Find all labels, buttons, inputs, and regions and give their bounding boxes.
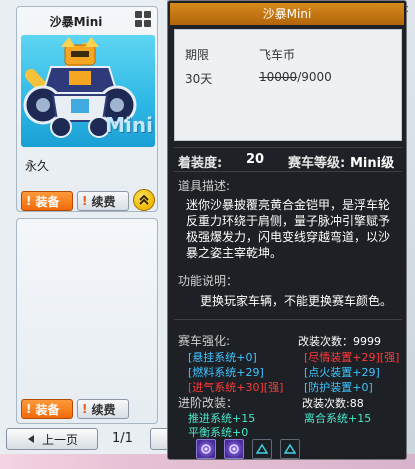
grade-value: Mini级 [350,156,395,171]
item-list-panel: 沙暴Mini Mini 永久 ! 装备 ! 续费 ! 装备 ! 续费 上一页 1… [0,0,170,469]
arrow-left-icon [27,435,34,443]
equip-button-2[interactable]: ! 装备 [21,399,73,419]
price-header-term: 期限 [185,48,210,62]
price-term: 30天 [185,72,213,86]
tune-item: [点火装置+29] [304,366,380,379]
equip-button[interactable]: ! 装备 [21,191,73,211]
equip-label: 装备 [35,194,60,209]
swirl-gem-icon [224,439,244,459]
double-chevron-up-icon[interactable] [133,189,155,211]
tune-count: 改装次数：9999 [298,335,381,348]
price-original: 10000 [259,70,298,84]
desc-title: 道具描述: [178,179,231,193]
item-name: 沙暴Mini [49,15,103,29]
tooltip-title: 沙暴Mini [170,3,404,25]
grid-icon[interactable] [135,11,151,27]
func-text: 更换玩家车辆，不能更换赛车颜色。 [200,294,393,308]
desc-text: 迷你沙暴披覆亮黄合金铠甲，是浮车轮反重力环绕于肩侧，量子脉冲引擎赋予极强爆发力，… [186,198,391,260]
tune-item: [防护装置+0] [304,381,373,394]
item-duration: 永久 [25,159,50,173]
pager: 上一页 1/1 [4,428,170,452]
prev-page-label: 上一页 [41,432,78,447]
tune-title: 赛车强化: [178,334,231,348]
renew-button-2[interactable]: ! 续费 [77,399,129,419]
grade-label: 赛车等级: [288,156,346,171]
tune-item: [悬挂系统+0] [188,351,257,364]
adv-title: 进阶改装： [178,396,239,410]
swirl-gem-icon [196,439,216,459]
price-table: 期限 飞车币 30天 10000/9000 [174,29,402,141]
adv-item: 离合系统+15 [304,412,372,425]
tune-item: [燃料系统+29] [188,366,264,379]
renew-label: 续费 [91,194,116,209]
triangle-slot-icon [252,439,272,459]
tune-item: [尽情装置+29][强] [304,351,400,364]
item-tooltip: 沙暴Mini 期限 飞车币 30天 10000/9000 着装度: 20 赛车等… [167,0,407,460]
adv-item: 平衡系统+0 [188,426,249,439]
mini-logo-text: Mini [105,113,153,137]
triangle-slot-icon [280,439,300,459]
price-values: 10000/9000 [259,70,332,84]
adv-count: 改装次数:88 [302,397,364,410]
price-current: /9000 [297,70,332,84]
divider [174,319,402,320]
car-image: Mini [21,35,155,147]
renew-label-2: 续费 [91,402,116,417]
assembly-label: 着装度: [178,156,223,171]
item-card[interactable]: 沙暴Mini Mini 永久 ! 装备 ! 续费 [16,6,158,212]
tune-item: [进气系统+30][强] [188,381,284,394]
equip-label-2: 装备 [35,402,60,417]
price-header-currency: 飞车币 [259,48,296,62]
item-card-2[interactable]: ! 装备 ! 续费 [16,218,158,424]
divider [174,147,402,148]
prev-page-button[interactable]: 上一页 [6,428,98,450]
func-title: 功能说明： [178,274,239,288]
divider [174,171,402,172]
page-indicator: 1/1 [112,431,133,446]
renew-button[interactable]: ! 续费 [77,191,129,211]
assembly-value: 20 [246,152,265,167]
